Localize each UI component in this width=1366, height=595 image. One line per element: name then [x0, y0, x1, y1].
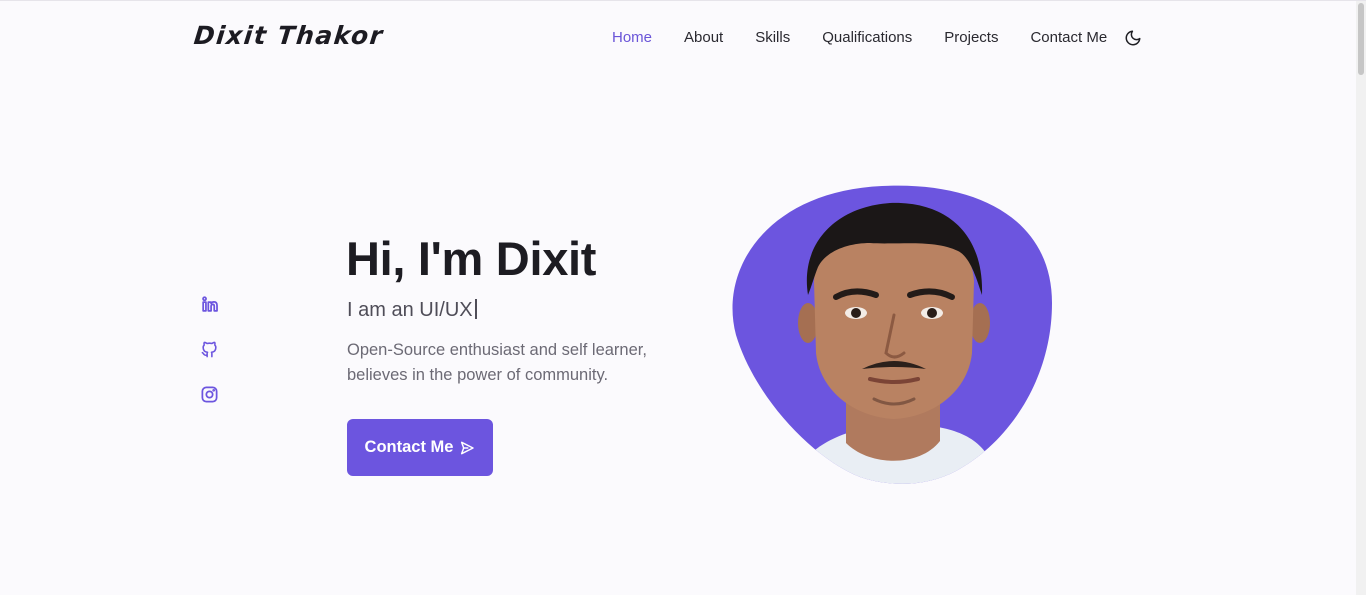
linkedin-icon[interactable]: [198, 293, 220, 315]
nav-home[interactable]: Home: [612, 28, 652, 48]
site-header: Dixit Thakor Home About Skills Qualifica…: [0, 1, 1356, 75]
hero-title: Hi, I'm Dixit: [346, 232, 597, 285]
page-scrollbar[interactable]: [1356, 1, 1366, 595]
send-icon: [461, 441, 475, 454]
nav-skills[interactable]: Skills: [755, 28, 790, 48]
site-logo[interactable]: Dixit Thakor: [192, 21, 385, 50]
nav-projects[interactable]: Projects: [944, 28, 998, 48]
github-icon[interactable]: [198, 338, 220, 360]
page: Dixit Thakor Home About Skills Qualifica…: [0, 0, 1366, 595]
contact-me-button[interactable]: Contact Me: [347, 419, 493, 476]
main-nav: Home About Skills Qualifications Project…: [612, 28, 1143, 48]
typing-cursor: [474, 299, 477, 319]
moon-icon[interactable]: [1123, 28, 1143, 48]
nav-about[interactable]: About: [684, 28, 723, 48]
nav-qualifications[interactable]: Qualifications: [822, 28, 912, 48]
nav-contact[interactable]: Contact Me: [1030, 28, 1107, 48]
profile-image: [730, 185, 1054, 485]
scrollbar-thumb[interactable]: [1358, 3, 1364, 75]
hero-subtitle: I am an UI/UX: [347, 297, 477, 323]
instagram-icon[interactable]: [198, 383, 220, 405]
hero-subtitle-text: I am an UI/UX: [347, 299, 473, 321]
hero-description: Open-Source enthusiast and self learner,…: [347, 341, 647, 384]
social-links: [198, 293, 220, 428]
contact-me-label: Contact Me: [364, 438, 454, 456]
